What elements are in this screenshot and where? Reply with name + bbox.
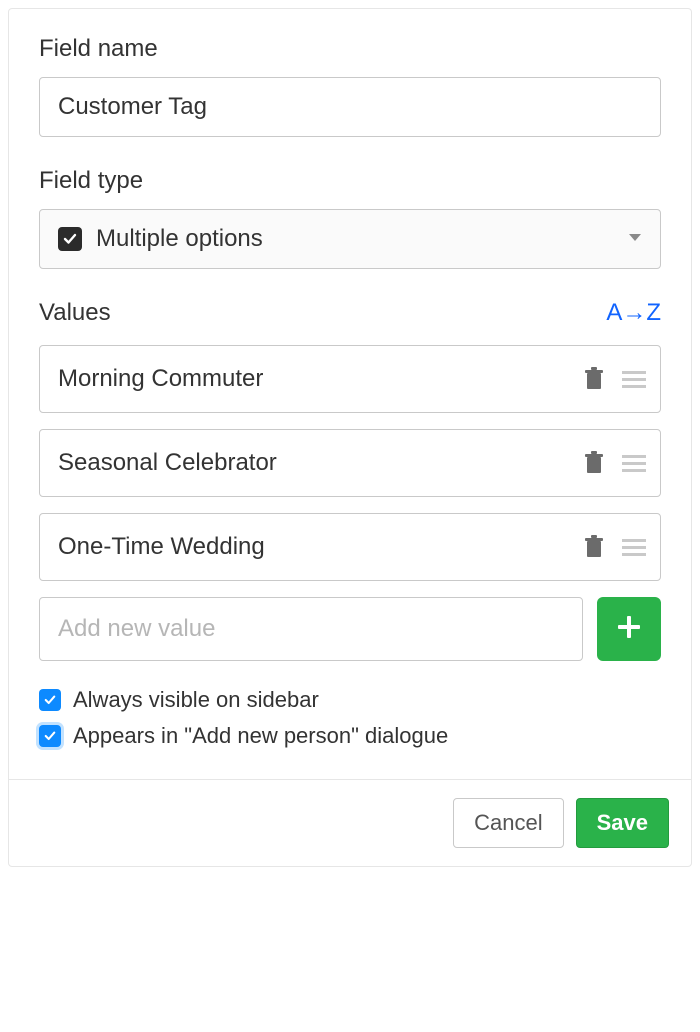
field-type-section: Field type Multiple options xyxy=(39,167,661,269)
checkbox-sidebar[interactable]: Always visible on sidebar xyxy=(39,687,661,713)
checkbox-sidebar-label: Always visible on sidebar xyxy=(73,687,319,713)
value-row xyxy=(39,345,661,413)
plus-icon xyxy=(616,614,642,645)
sort-az-button[interactable]: A→Z xyxy=(606,299,661,327)
checkbox-icon xyxy=(39,689,61,711)
value-input[interactable] xyxy=(58,365,584,393)
multiple-options-icon xyxy=(58,227,82,251)
field-type-label: Field type xyxy=(39,167,661,195)
field-type-value: Multiple options xyxy=(96,225,263,253)
trash-icon[interactable] xyxy=(584,535,604,559)
panel-body: Field name Field type Multiple options V… xyxy=(9,9,691,779)
add-value-row xyxy=(39,597,661,661)
panel-footer: Cancel Save xyxy=(9,779,691,866)
value-input[interactable] xyxy=(58,533,584,561)
field-editor-panel: Field name Field type Multiple options V… xyxy=(8,8,692,867)
checkbox-add-dialog[interactable]: Appears in "Add new person" dialogue xyxy=(39,723,661,749)
trash-icon[interactable] xyxy=(584,451,604,475)
value-input[interactable] xyxy=(58,449,584,477)
checkbox-add-dialog-label: Appears in "Add new person" dialogue xyxy=(73,723,448,749)
drag-handle-icon[interactable] xyxy=(622,453,646,473)
drag-handle-icon[interactable] xyxy=(622,369,646,389)
trash-icon[interactable] xyxy=(584,367,604,391)
values-label: Values xyxy=(39,299,111,327)
add-value-button[interactable] xyxy=(597,597,661,661)
field-name-input[interactable] xyxy=(39,77,661,137)
add-value-input[interactable] xyxy=(39,597,583,661)
field-name-label: Field name xyxy=(39,35,661,63)
value-row xyxy=(39,429,661,497)
field-name-section: Field name xyxy=(39,35,661,137)
checkbox-icon xyxy=(39,725,61,747)
save-button[interactable]: Save xyxy=(576,798,669,848)
value-row xyxy=(39,513,661,581)
chevron-down-icon xyxy=(628,230,642,248)
cancel-button[interactable]: Cancel xyxy=(453,798,563,848)
drag-handle-icon[interactable] xyxy=(622,537,646,557)
values-header: Values A→Z xyxy=(39,299,661,327)
field-type-select[interactable]: Multiple options xyxy=(39,209,661,269)
values-section: Values A→Z xyxy=(39,299,661,749)
